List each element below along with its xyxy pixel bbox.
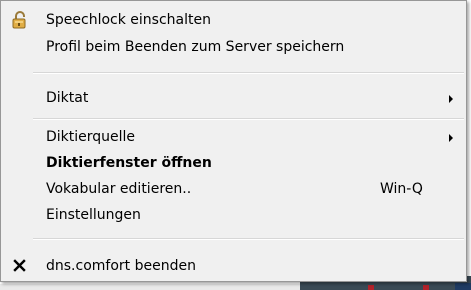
menu-item-diktierfenster[interactable]: Diktierfenster öffnen (1, 152, 466, 174)
submenu-arrow-icon (449, 95, 453, 103)
menu-item-einstellungen[interactable]: Einstellungen (1, 204, 466, 226)
background-fragment-red (368, 285, 374, 290)
menu-separator (33, 238, 464, 240)
menu-separator (33, 118, 464, 120)
menu-item-save-profile[interactable]: Profil beim Beenden zum Server speichern (1, 36, 466, 58)
menu-item-label: Profil beim Beenden zum Server speichern (46, 39, 345, 55)
menu-item-label: Diktierfenster öffnen (46, 155, 212, 171)
menu-item-vokabular[interactable]: Vokabular editieren.. Win-Q (1, 178, 466, 200)
background-fragment-red (423, 285, 429, 290)
menu-item-diktierquelle[interactable]: Diktierquelle (1, 126, 466, 148)
menu-item-shortcut: Win-Q (380, 181, 423, 197)
menu-item-beenden[interactable]: dns.comfort beenden (1, 255, 466, 277)
menu-item-label: Vokabular editieren.. (46, 181, 192, 197)
menu-item-label: Diktat (46, 90, 89, 106)
context-menu: Speechlock einschalten Profil beim Beend… (0, 0, 467, 282)
padlock-icon (10, 11, 30, 29)
background-fragment-blue (455, 283, 471, 290)
menu-item-label: dns.comfort beenden (46, 258, 196, 274)
menu-item-diktat[interactable]: Diktat (1, 87, 466, 109)
menu-separator (33, 72, 464, 74)
close-x-icon (10, 257, 30, 275)
menu-item-speechlock[interactable]: Speechlock einschalten (1, 9, 466, 31)
submenu-arrow-icon (449, 134, 453, 142)
menu-item-label: Speechlock einschalten (46, 12, 211, 28)
menu-item-label: Einstellungen (46, 207, 141, 223)
menu-item-label: Diktierquelle (46, 129, 136, 145)
